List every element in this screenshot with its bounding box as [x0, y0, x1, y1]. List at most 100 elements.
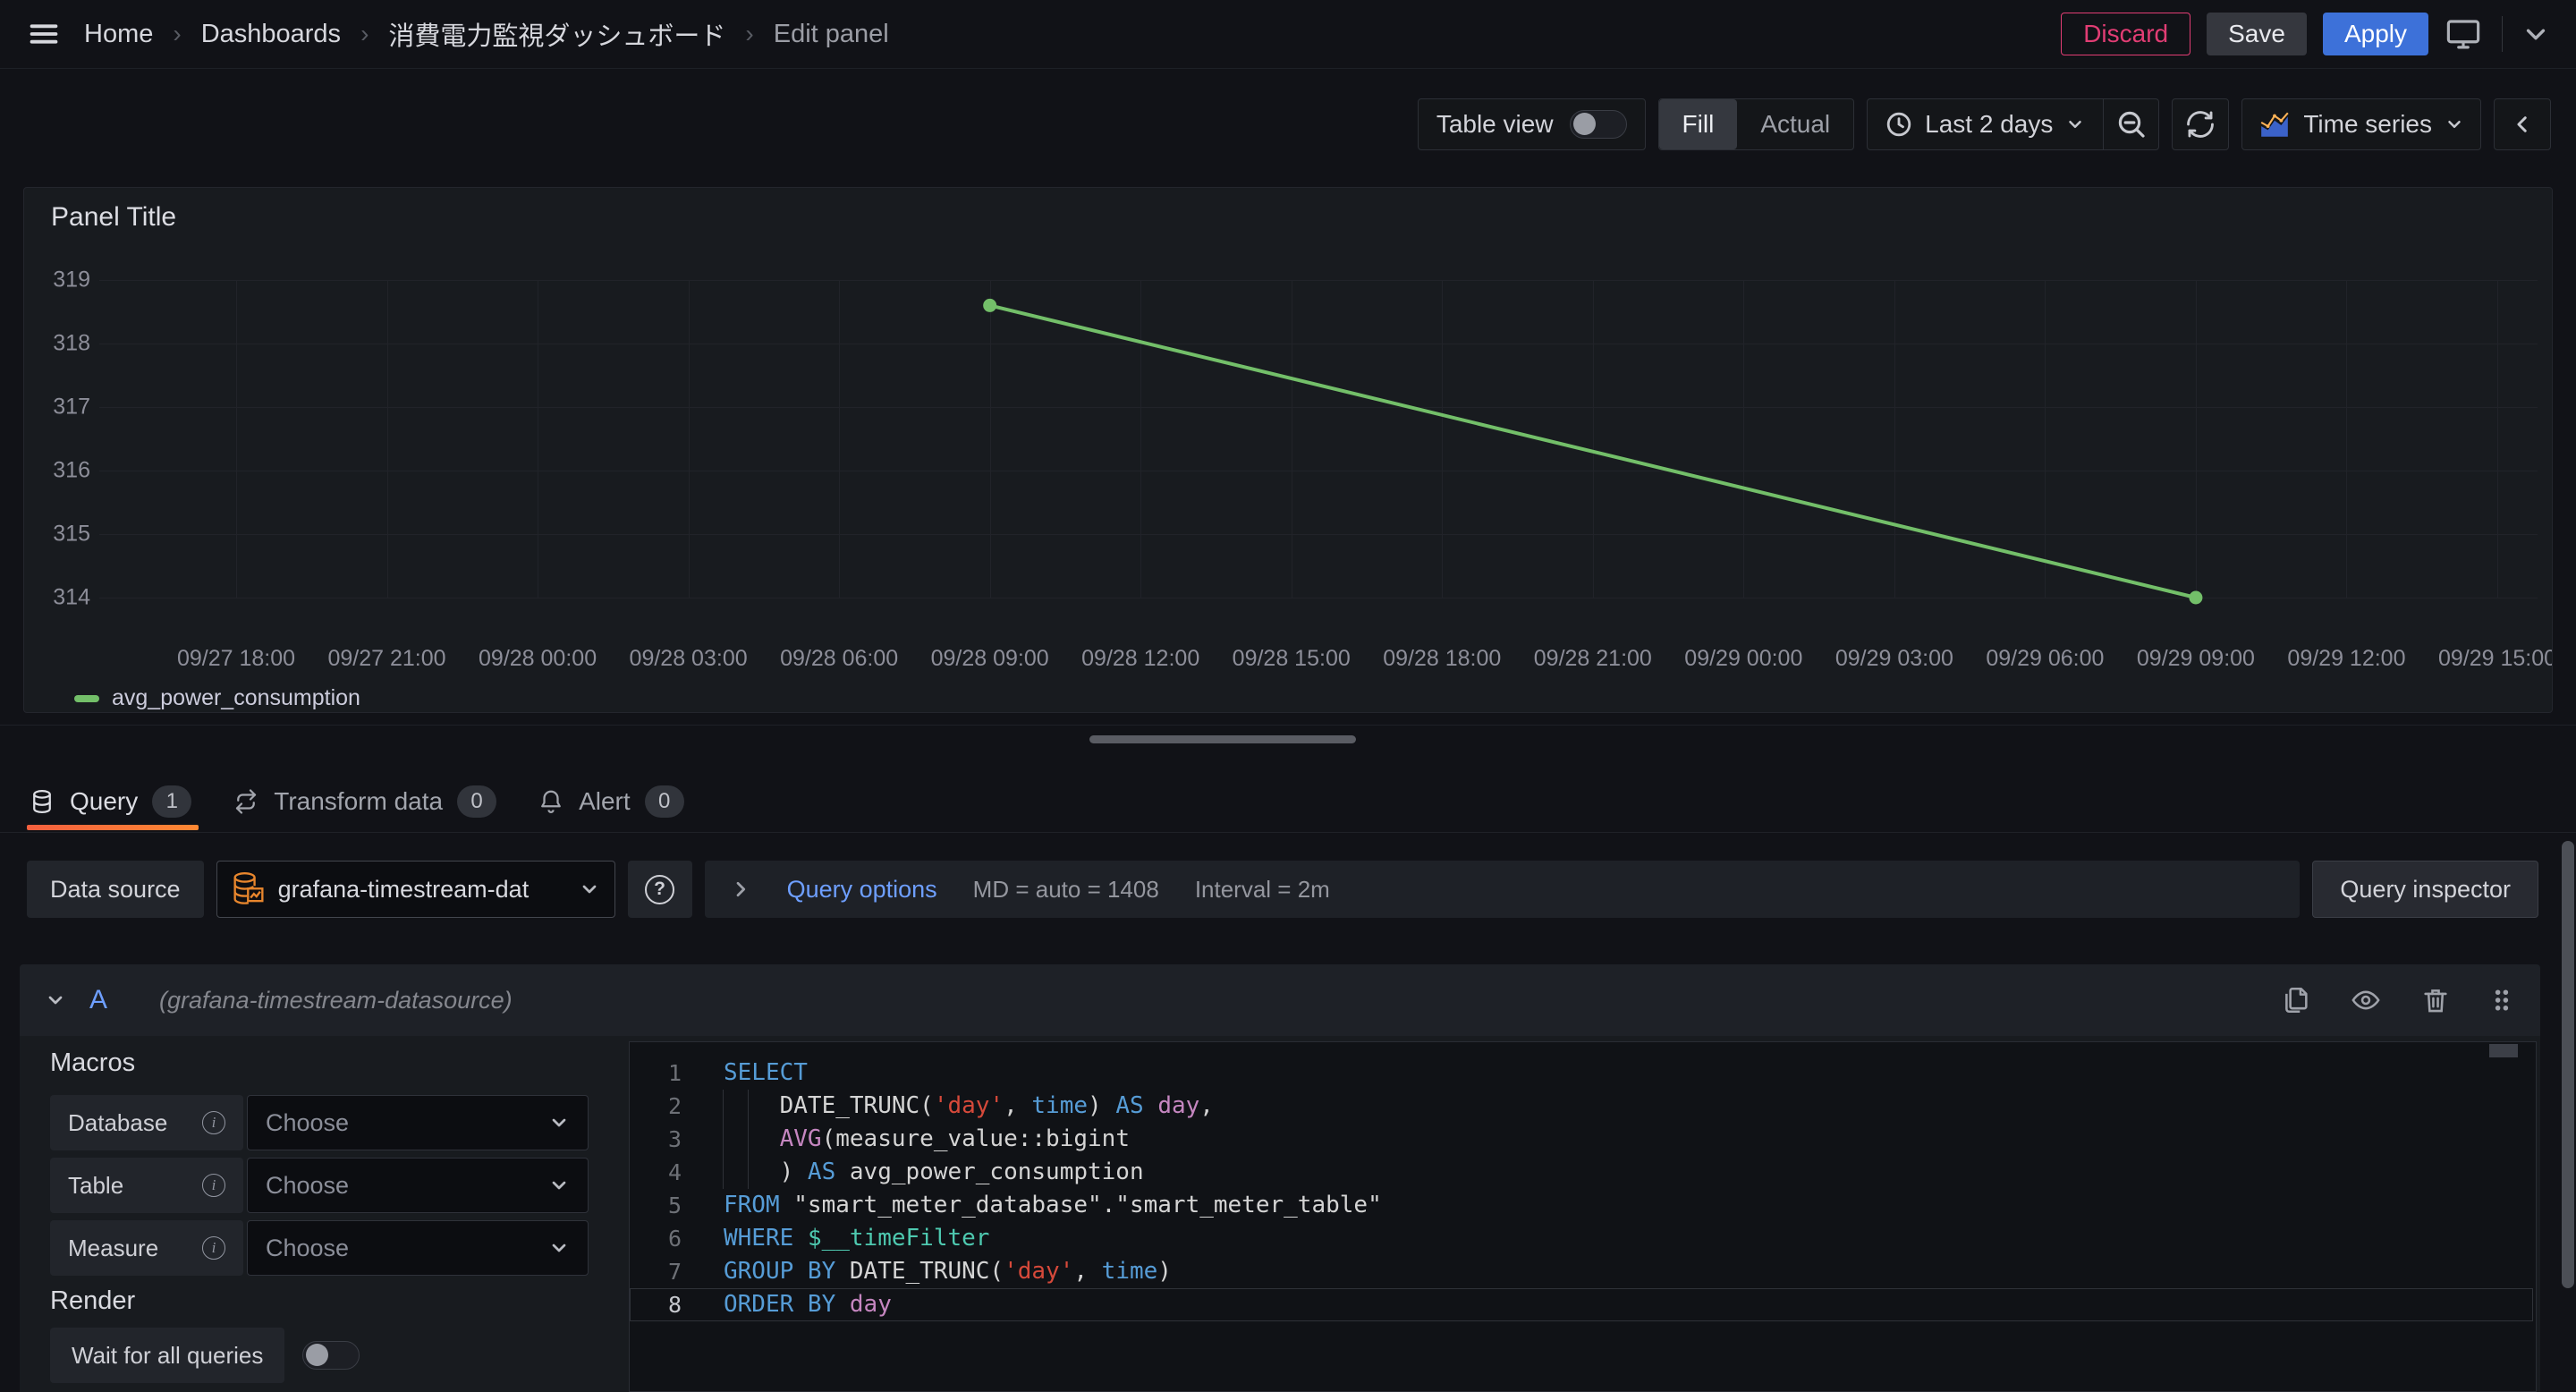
duplicate-query-icon[interactable]	[2281, 985, 2311, 1015]
hide-response-eye-icon[interactable]	[2349, 985, 2383, 1015]
breadcrumb: Home Dashboards 消費電力監視ダッシュボード Edit panel	[84, 15, 889, 53]
visualization-picker[interactable]: Time series	[2242, 99, 2480, 149]
info-circle-icon[interactable]: i	[202, 1236, 225, 1260]
zoom-out-button[interactable]	[2103, 99, 2158, 149]
code-line[interactable]: 7GROUP BY DATE_TRUNC('day', time)	[630, 1255, 2536, 1288]
x-tick-label: 09/28 21:00	[1534, 646, 1652, 672]
breadcrumb-home[interactable]: Home	[84, 20, 153, 49]
wait-for-queries-toggle[interactable]	[302, 1341, 360, 1370]
discard-button[interactable]: Discard	[2061, 13, 2190, 55]
info-circle-icon[interactable]: i	[202, 1111, 225, 1134]
macro-choose-select[interactable]: Choose	[247, 1220, 589, 1276]
resize-drag-handle[interactable]	[1089, 735, 1356, 743]
macro-row: Database i Choose	[50, 1095, 614, 1150]
legend-series-name[interactable]: avg_power_consumption	[112, 685, 360, 711]
code-line[interactable]: 6WHERE $__timeFilter	[630, 1222, 2536, 1255]
code-line[interactable]: 5FROM "smart_meter_database"."smart_mete…	[630, 1189, 2536, 1222]
breadcrumb-dashboards[interactable]: Dashboards	[201, 20, 341, 49]
editor-scrollbar-thumb[interactable]	[2489, 1044, 2518, 1057]
hamburger-menu-icon[interactable]	[27, 17, 61, 51]
y-axis-labels: 319318317316315314	[31, 280, 90, 598]
chevron-down-icon	[548, 1175, 570, 1196]
collapse-pane-button[interactable]	[2495, 99, 2550, 149]
query-inspector-button[interactable]: Query inspector	[2312, 861, 2538, 918]
code-text: GROUP BY DATE_TRUNC('day', time)	[682, 1255, 1172, 1288]
time-series-viz-icon	[2258, 110, 2291, 139]
monitor-icon[interactable]	[2445, 15, 2482, 53]
drag-query-handle-icon[interactable]	[2488, 985, 2515, 1015]
panel-title[interactable]: Panel Title	[51, 202, 176, 233]
code-line[interactable]: 3 AVG(measure_value::bigint	[630, 1123, 2536, 1156]
line-number: 5	[630, 1189, 682, 1222]
time-range-label: Last 2 days	[1925, 110, 2053, 139]
breadcrumb-dashboard-title[interactable]: 消費電力監視ダッシュボード	[388, 15, 725, 53]
divider	[2502, 16, 2503, 52]
query-options-bar: Query options MD = auto = 1408 Interval …	[705, 861, 2301, 918]
chart-legend: avg_power_consumption	[74, 685, 360, 711]
tab-alert[interactable]: Alert 0	[536, 773, 691, 830]
refresh-button[interactable]	[2173, 99, 2228, 149]
datasource-picker[interactable]: grafana-timestream-dat	[216, 861, 615, 918]
tab-query-label: Query	[70, 787, 138, 816]
chevron-down-icon	[579, 878, 600, 900]
tab-alert-count-badge: 0	[645, 785, 684, 818]
macro-select-value: Choose	[266, 1235, 548, 1262]
query-editor-row-header[interactable]: A (grafana-timestream-datasource)	[20, 964, 2540, 1036]
wait-for-queries-label: Wait for all queries	[50, 1328, 284, 1383]
tabs-bottom-border	[0, 832, 2576, 833]
time-series-line	[99, 280, 2538, 598]
datasource-name: grafana-timestream-dat	[278, 876, 566, 904]
code-line[interactable]: 1SELECT	[630, 1057, 2536, 1090]
time-range-picker[interactable]: Last 2 days	[1868, 99, 2103, 149]
y-tick-label: 319	[53, 267, 90, 293]
query-datasource-hint: (grafana-timestream-datasource)	[159, 987, 2258, 1014]
query-row-actions	[2281, 985, 2515, 1015]
delete-query-trash-icon[interactable]	[2420, 985, 2451, 1015]
datasource-row: Data source grafana-timestream-dat ? Que…	[27, 861, 2538, 918]
refresh-icon	[2185, 109, 2216, 140]
datasource-help-button[interactable]: ?	[628, 861, 692, 918]
table-view-toggle[interactable]	[1570, 110, 1627, 139]
breadcrumb-separator-icon	[173, 20, 181, 48]
visualization-group: Time series	[2241, 98, 2481, 150]
x-tick-label: 09/29 12:00	[2287, 646, 2405, 672]
breadcrumb-separator-icon	[360, 20, 369, 48]
code-line[interactable]: 4 ) AS avg_power_consumption	[630, 1156, 2536, 1189]
collapse-query-chevron-icon[interactable]	[45, 989, 66, 1011]
question-circle-icon: ?	[645, 875, 674, 904]
save-button[interactable]: Save	[2207, 13, 2307, 55]
timestream-datasource-icon	[232, 870, 266, 908]
tab-transform-data[interactable]: Transform data 0	[231, 773, 504, 830]
tab-alert-label: Alert	[579, 787, 631, 816]
line-number: 3	[630, 1123, 682, 1156]
info-circle-icon[interactable]: i	[202, 1174, 225, 1197]
code-line[interactable]: 2 DATE_TRUNC('day', time) AS day,	[630, 1090, 2536, 1123]
x-tick-label: 09/28 06:00	[780, 646, 898, 672]
y-tick-label: 318	[53, 331, 90, 357]
sql-code-editor[interactable]: 1SELECT2 DATE_TRUNC('day', time) AS day,…	[629, 1041, 2537, 1392]
query-ref-id: A	[89, 985, 107, 1015]
fill-option[interactable]: Fill	[1659, 99, 1738, 149]
x-tick-label: 09/29 15:00	[2438, 646, 2553, 672]
tab-query[interactable]: Query 1	[27, 773, 199, 830]
apply-button[interactable]: Apply	[2323, 13, 2428, 55]
macro-row: Measure i Choose	[50, 1220, 614, 1276]
page-scrollbar-thumb[interactable]	[2562, 841, 2574, 1288]
x-tick-label: 09/29 09:00	[2137, 646, 2255, 672]
macro-choose-select[interactable]: Choose	[247, 1158, 589, 1213]
x-tick-label: 09/28 15:00	[1233, 646, 1351, 672]
zoom-out-icon	[2117, 110, 2146, 139]
x-tick-label: 09/28 03:00	[630, 646, 748, 672]
code-line[interactable]: 8ORDER BY day	[630, 1288, 2536, 1321]
chevron-down-icon	[548, 1112, 570, 1133]
chevron-down-icon[interactable]	[2522, 21, 2549, 47]
active-tab-underline	[27, 825, 199, 830]
actual-option[interactable]: Actual	[1737, 99, 1853, 149]
y-tick-label: 317	[53, 395, 90, 420]
x-tick-label: 09/29 03:00	[1835, 646, 1953, 672]
query-options-link[interactable]: Query options	[787, 876, 937, 904]
chevron-right-icon[interactable]	[730, 878, 751, 900]
macro-choose-select[interactable]: Choose	[247, 1095, 589, 1150]
macros-heading: Macros	[50, 1047, 614, 1079]
database-icon	[29, 788, 55, 815]
